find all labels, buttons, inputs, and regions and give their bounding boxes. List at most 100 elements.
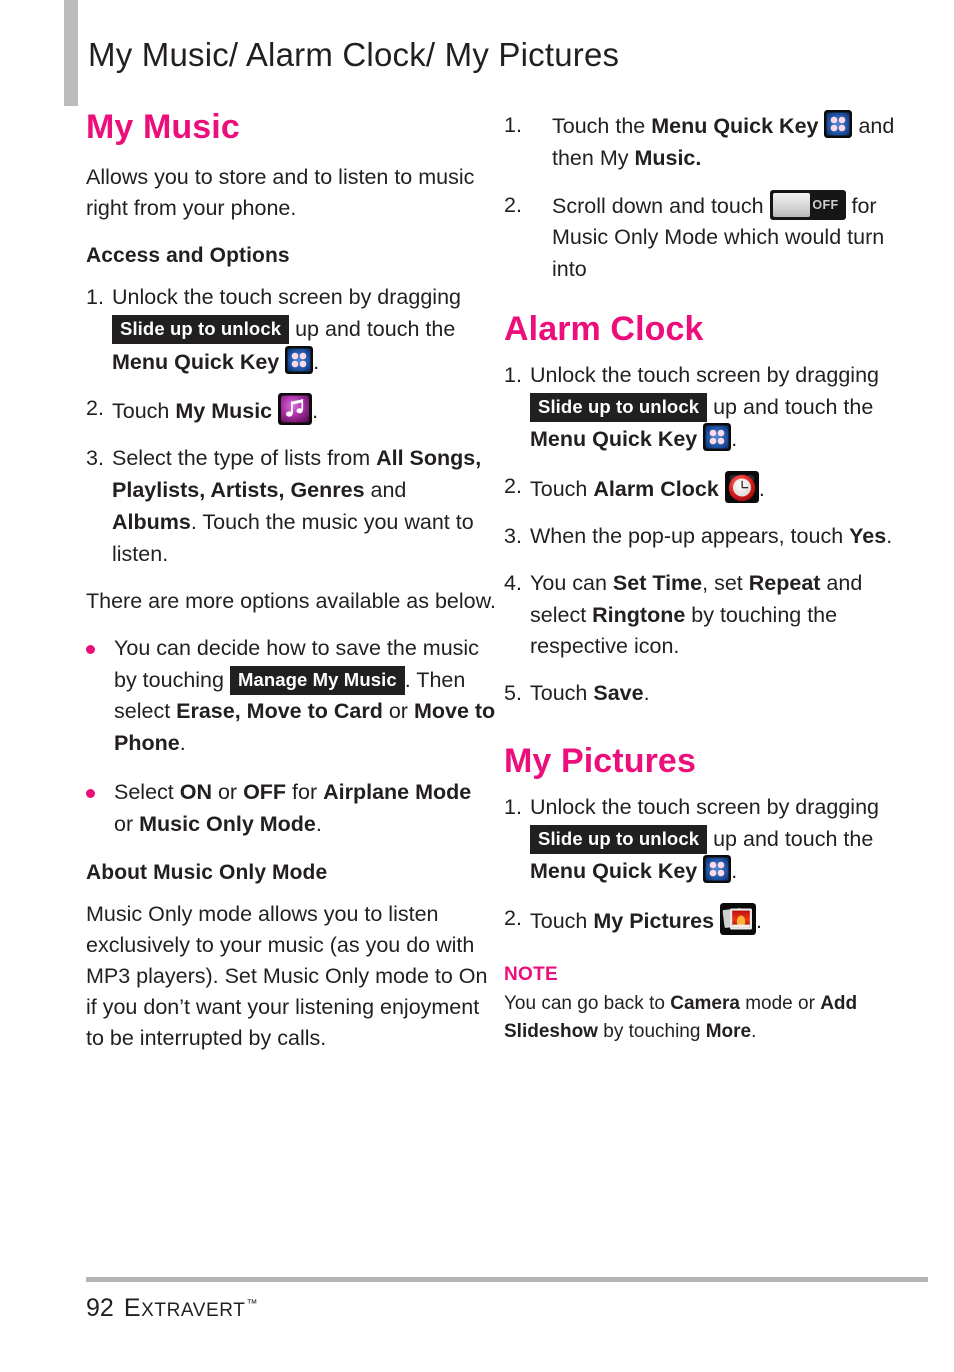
numbered-step: 1. Unlock the touch screen by dragging Sl… <box>86 282 496 378</box>
left-column: My Music Allows you to store and to list… <box>86 108 496 1070</box>
note-text: You can go back to Camera mode or Add Sl… <box>504 993 858 1042</box>
footer-brand-rest: XTRAVERT <box>141 1300 246 1321</box>
emphasis-text: All Songs, Playlists, Artists, Genres <box>112 446 482 503</box>
bullet-text: You can decide how to save the music by … <box>114 635 496 756</box>
off-toggle-icon: OFF <box>769 189 846 220</box>
emphasis-text: Albums <box>112 509 191 534</box>
numbered-step: 2. Touch Alarm Clock . <box>504 471 922 506</box>
step-number: 5. <box>504 681 522 706</box>
emphasis-text: Music. <box>634 145 702 170</box>
numbered-step: 2. Touch My Pictures . <box>504 903 922 938</box>
emphasis-text: More <box>705 1020 752 1042</box>
header-accent-bar <box>64 0 78 106</box>
right-column: 1. Touch the Menu Quick Key and then My M… <box>504 110 922 1070</box>
ui-key-badge: Slide up to unlock <box>530 392 708 423</box>
numbered-step: 1. Unlock the touch screen by dragging Sl… <box>504 792 922 888</box>
bullet-item: You can decide how to save the music by … <box>86 633 496 760</box>
page-footer: 92 EXTRAVERT™ <box>86 1294 258 1323</box>
ui-key-badge: Manage My Music <box>229 665 405 696</box>
step-text: Select the type of lists from All Songs,… <box>112 446 482 566</box>
alarm-clock-steps: 1. Unlock the touch screen by dragging Sl… <box>504 360 922 710</box>
two-column-body: My Music Allows you to store and to list… <box>0 108 954 1070</box>
step-text: Unlock the touch screen by dragging Slid… <box>530 794 879 884</box>
step-number: 1. <box>504 113 522 137</box>
step-text: Unlock the touch screen by dragging Slid… <box>112 285 461 374</box>
numbered-step: 1. Unlock the touch screen by dragging Sl… <box>504 360 922 456</box>
ui-key-badge: Slide up to unlock <box>112 314 290 345</box>
footer-brand-cap: E <box>123 1294 142 1322</box>
step-text: Touch My Music . <box>112 393 496 428</box>
my-music-intro: Allows you to store and to listen to mus… <box>86 164 475 220</box>
emphasis-text: ON <box>179 779 212 804</box>
section-heading-my-pictures: My Pictures <box>504 742 696 781</box>
trademark-symbol: ™ <box>246 1297 259 1310</box>
numbered-step: 3. Select the type of lists from All Song… <box>86 443 496 570</box>
numbered-step: 2. Touch My Music . <box>86 393 496 428</box>
numbered-step: 2. Scroll down and touch OFF for Music On… <box>504 189 922 286</box>
step-number: 2. <box>504 906 522 931</box>
numbered-step: 5. Touch Save. <box>504 678 922 710</box>
emphasis-text: Airplane Mode <box>323 779 472 804</box>
emphasis-text: Menu Quick Key <box>530 859 698 884</box>
toggle-knob <box>772 192 810 217</box>
step-text: Touch My Pictures . <box>530 903 922 938</box>
section-heading-alarm-clock: Alarm Clock <box>504 310 704 349</box>
emphasis-text: Yes <box>849 524 887 548</box>
my-pictures-steps: 1. Unlock the touch screen by dragging Sl… <box>504 792 922 938</box>
menu-quick-key-icon <box>824 110 853 138</box>
about-music-only-mode-body: Music Only mode allows you to listen exc… <box>86 901 488 1051</box>
emphasis-text: My Music <box>175 399 273 424</box>
step-text: When the pop-up appears, touch Yes. <box>530 524 893 548</box>
music-only-mode-steps: 1. Touch the Menu Quick Key and then My M… <box>504 110 922 286</box>
step-number: 2. <box>504 474 522 499</box>
emphasis-text: Ringtone <box>592 602 686 627</box>
step-number: 1. <box>504 794 522 819</box>
my-music-bullets: You can decide how to save the music by … <box>86 633 496 841</box>
section-heading-my-music: My Music <box>86 108 240 146</box>
my-pictures-icon <box>720 903 757 936</box>
footer-page-number: 92 <box>86 1294 114 1322</box>
step-number: 4. <box>504 570 522 595</box>
subheading-about-music-only-mode: About Music Only Mode <box>86 860 328 884</box>
footer-divider <box>86 1277 928 1282</box>
emphasis-text: Menu Quick Key <box>112 349 280 374</box>
emphasis-text: Set Time <box>612 570 703 595</box>
numbered-step: 3. When the pop-up appears, touch Yes. <box>504 521 922 553</box>
menu-quick-key-icon <box>703 855 732 884</box>
bullet-item: Select ON or OFF for Airplane Mode or Mu… <box>86 777 496 841</box>
emphasis-text: Save <box>593 681 644 706</box>
page-title: My Music/ Alarm Clock/ My Pictures <box>88 36 620 73</box>
emphasis-text: Alarm Clock <box>593 477 719 502</box>
numbered-step: 4. You can Set Time, set Repeat and selec… <box>504 568 922 663</box>
step-text: Touch Alarm Clock . <box>530 471 922 506</box>
step-number: 3. <box>504 524 522 548</box>
step-number: 3. <box>86 446 104 471</box>
emphasis-text: Menu Quick Key <box>530 427 698 452</box>
menu-quick-key-icon <box>285 345 314 374</box>
step-number: 2. <box>86 396 104 421</box>
toggle-label: OFF <box>812 197 839 212</box>
subheading-access-and-options: Access and Options <box>86 244 290 268</box>
menu-quick-key-icon <box>703 423 732 452</box>
emphasis-text: Menu Quick Key <box>651 114 819 138</box>
step-number: 2. <box>504 192 522 217</box>
step-text: Unlock the touch screen by dragging Slid… <box>530 362 879 452</box>
numbered-step: 1. Touch the Menu Quick Key and then My M… <box>504 110 922 175</box>
step-text: Touch the Menu Quick Key and then My Mus… <box>552 110 922 175</box>
step-number: 1. <box>504 362 522 387</box>
my-music-icon <box>278 393 313 426</box>
bullet-text: Select ON or OFF for Airplane Mode or Mu… <box>114 779 472 836</box>
bullet-dot-icon <box>86 777 114 841</box>
step-text: Scroll down and touch OFF for Music Only… <box>552 189 922 286</box>
emphasis-text: OFF <box>243 779 287 804</box>
manual-page: My Music/ Alarm Clock/ My Pictures My Mu… <box>0 0 954 1372</box>
more-options-intro: There are more options available as belo… <box>86 588 496 613</box>
emphasis-text: My Pictures <box>593 909 715 934</box>
step-number: 1. <box>86 285 104 310</box>
bullet-dot-icon <box>86 633 114 760</box>
footer-brand: EXTRAVERT™ <box>124 1294 258 1323</box>
emphasis-text: Erase, Move to Card <box>176 699 383 724</box>
step-text: You can Set Time, set Repeat and select … <box>530 570 863 659</box>
note-block: NOTE You can go back to Camera mode or A… <box>504 964 922 1045</box>
my-music-steps: 1. Unlock the touch screen by dragging Sl… <box>86 282 496 571</box>
